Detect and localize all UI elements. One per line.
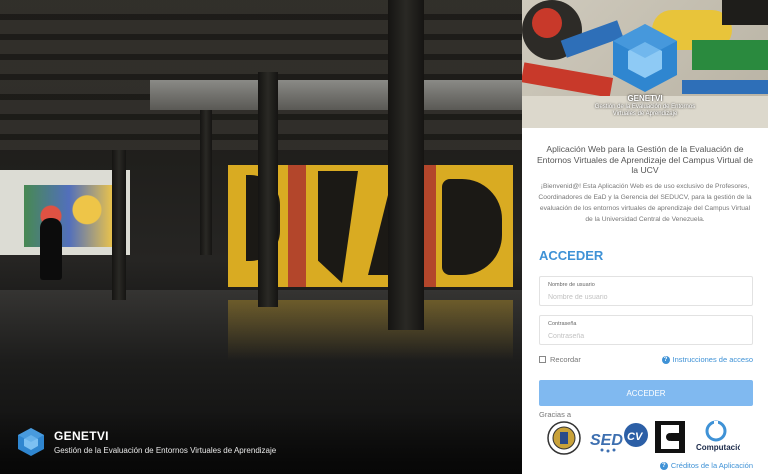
sedcv-logo: SED CV [590, 423, 648, 453]
header-banner: GENETVI Gestión de la Evaluación de Ento… [522, 0, 768, 128]
ceiling-light [150, 80, 522, 110]
credits-link[interactable]: ? Créditos de la Aplicación [659, 461, 753, 470]
username-label: Nombre de usuario [548, 282, 595, 288]
banner-title: GENETVI [627, 94, 663, 103]
login-panel: GENETVI Gestión de la Evaluación de Ento… [522, 0, 768, 474]
thanks-label: Gracias a [539, 410, 572, 419]
username-input[interactable] [548, 291, 744, 303]
question-circle-icon: ? [659, 461, 668, 470]
instructions-link[interactable]: ? Instrucciones de acceso [661, 355, 753, 364]
remember-checkbox[interactable] [539, 356, 546, 363]
svg-text:CV: CV [627, 431, 644, 443]
floor-reflection [228, 300, 513, 360]
pillar [200, 110, 212, 255]
puzzle-logo [655, 421, 685, 453]
login-button[interactable]: ACCEDER [539, 380, 753, 406]
app-title: Aplicación Web para la Gestión de la Eva… [536, 144, 754, 175]
svg-text:SED: SED [590, 432, 623, 449]
brand-tagline: Gestión de la Evaluación de Entornos Vir… [54, 446, 277, 455]
cube-logo-icon [18, 428, 44, 456]
password-label: Contraseña [548, 321, 577, 327]
instructions-link-label: Instrucciones de acceso [672, 355, 753, 364]
remember-label: Recordar [550, 355, 581, 364]
ucv-seal-logo [547, 421, 581, 455]
banner-subtitle: Gestión de la Evaluación de Entornos Vir… [594, 104, 696, 117]
remember-me[interactable]: Recordar [539, 355, 581, 364]
password-input[interactable] [548, 330, 744, 342]
person-silhouette [40, 218, 62, 280]
password-field[interactable]: Contraseña [539, 315, 753, 345]
svg-text:Computación: Computación [696, 443, 740, 452]
pillar [388, 0, 424, 330]
login-heading: ACCEDER [539, 248, 604, 263]
background-photo: GENETVI Gestión de la Evaluación de Ento… [0, 0, 522, 474]
back-mural [24, 185, 114, 247]
sponsor-logos: SED CV Computación [547, 419, 762, 455]
brand-name: GENETVI [54, 429, 109, 443]
intro-text: ¡Bienvenid@! Esta Aplicación Web es de u… [538, 183, 752, 223]
brand-left: GENETVI Gestión de la Evaluación de Ento… [16, 427, 276, 457]
pillar [258, 72, 278, 307]
pillar [112, 150, 126, 300]
question-circle-icon: ? [661, 355, 670, 364]
credits-link-label: Créditos de la Aplicación [670, 461, 753, 470]
escuela-computacion-logo: Computación [696, 420, 740, 452]
username-field[interactable]: Nombre de usuario [539, 276, 753, 306]
cube-logo-icon [613, 24, 677, 92]
